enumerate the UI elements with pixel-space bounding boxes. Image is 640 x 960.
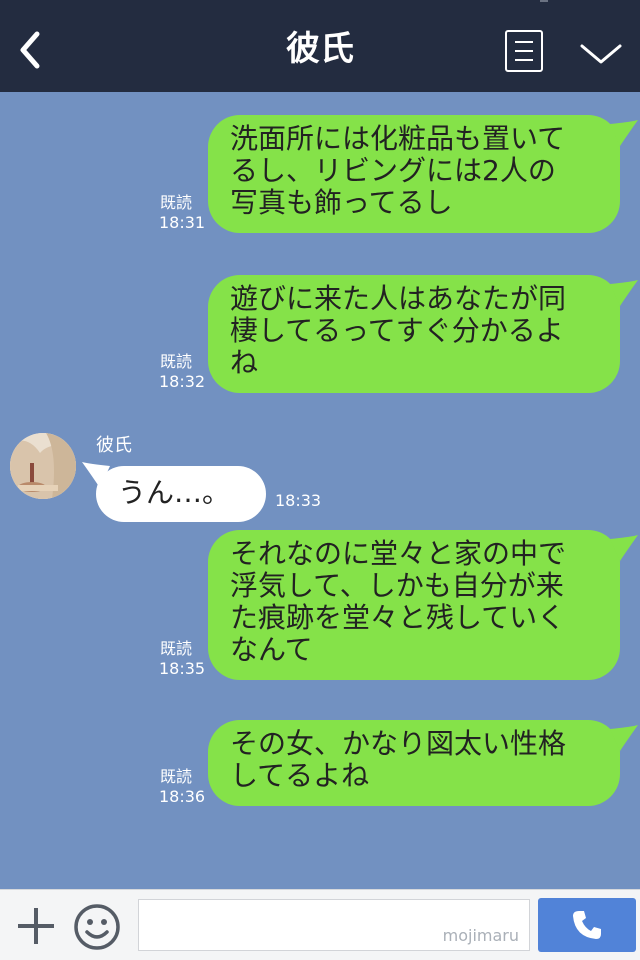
bubble-tail: [610, 280, 638, 306]
message-time: 18:31: [159, 213, 206, 232]
call-button[interactable]: [538, 898, 636, 952]
message-input[interactable]: mojimaru: [138, 899, 530, 951]
watermark: mojimaru: [442, 926, 519, 945]
read-status: 既読: [160, 639, 193, 658]
message-time: 18:32: [159, 372, 206, 391]
list-icon-line: [515, 59, 533, 61]
list-icon-line: [515, 50, 533, 52]
plus-icon: [18, 908, 54, 944]
sender-name: 彼氏: [96, 435, 132, 456]
incoming-message[interactable]: うん…。: [96, 466, 266, 522]
emoji-button[interactable]: [73, 903, 121, 951]
outgoing-message[interactable]: 洗面所には化粧品も置いて るし、リビングには2人の 写真も飾ってるし: [208, 115, 620, 233]
outgoing-message[interactable]: それなのに堂々と家の中で 浮気して、しかも自分が来 た痕跡を堂々と残していく な…: [208, 530, 620, 680]
phone-icon: [573, 911, 601, 939]
outgoing-message[interactable]: その女、かなり図太い性格 してるよね: [208, 720, 620, 806]
bubble-tail: [610, 120, 638, 146]
status-indicator: [540, 0, 548, 2]
read-status: 既読: [160, 193, 193, 212]
read-status: 既読: [160, 767, 193, 786]
bubble-tail: [610, 725, 638, 751]
message-time: 18:33: [275, 491, 322, 510]
avatar-image: [10, 433, 76, 499]
message-time: 18:35: [159, 659, 206, 678]
chat-title: 彼氏: [286, 29, 354, 69]
smiley-icon: [74, 904, 120, 950]
chevron-down-icon: [580, 44, 622, 64]
chat-header: 彼氏: [0, 0, 640, 92]
add-button[interactable]: [14, 904, 58, 948]
list-icon: [515, 41, 533, 43]
expand-button[interactable]: [578, 38, 624, 68]
outgoing-message[interactable]: 遊びに来た人はあなたが同 棲してるってすぐ分かるよ ね: [208, 275, 620, 393]
avatar[interactable]: [10, 433, 76, 499]
input-bar: mojimaru: [0, 889, 640, 960]
bubble-tail: [610, 535, 638, 561]
menu-button[interactable]: [505, 30, 543, 72]
read-status: 既読: [160, 352, 193, 371]
message-time: 18:36: [159, 787, 206, 806]
